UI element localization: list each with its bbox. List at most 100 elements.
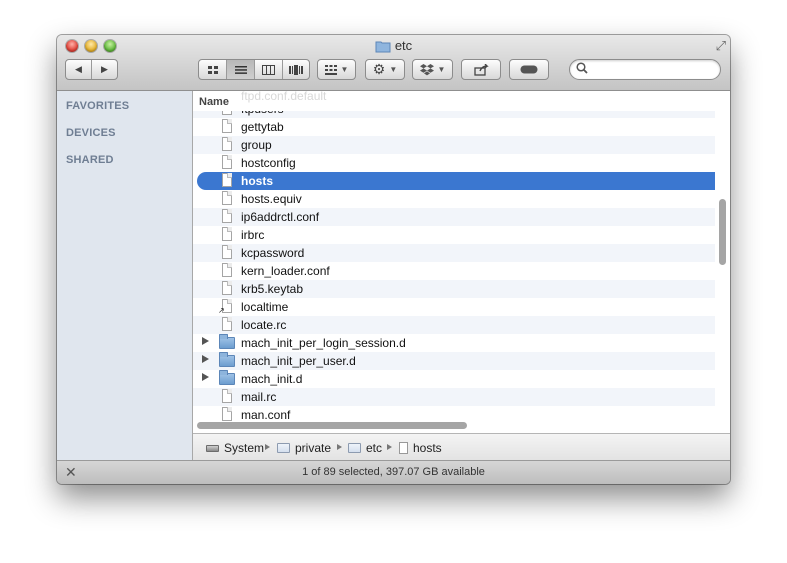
- file-row[interactable]: hosts.equiv: [193, 190, 715, 208]
- coverflow-view-icon: [288, 64, 303, 75]
- disk-icon: [206, 445, 219, 452]
- path-crumb-label: etc: [366, 441, 383, 455]
- file-name: locate.rc: [241, 318, 287, 332]
- folder-icon: [219, 370, 235, 385]
- file-name: mach_init.d: [241, 372, 303, 386]
- sidebar: FAVORITES DEVICES SHARED: [57, 91, 193, 460]
- file-row[interactable]: kern_loader.conf: [193, 262, 715, 280]
- file-row[interactable]: ftpusers: [193, 111, 715, 118]
- sidebar-section-devices[interactable]: DEVICES: [66, 127, 116, 139]
- document-icon: [222, 119, 232, 133]
- search-field[interactable]: [569, 59, 721, 80]
- name-column-label: Name: [199, 96, 229, 108]
- arrange-chevron-down-icon: ▼: [340, 65, 349, 74]
- path-crumb-hosts[interactable]: hosts: [399, 441, 442, 455]
- back-forward-control: ◀ ▶: [65, 59, 118, 80]
- document-icon: [222, 389, 232, 403]
- share-icon: [473, 63, 489, 76]
- file-list-area: ftpd.conf.default Name ftpusers gettytab g…: [193, 91, 730, 433]
- folder-icon: [219, 334, 235, 349]
- column-view-icon: [262, 64, 276, 75]
- path-separator-icon: [387, 444, 392, 450]
- share-button[interactable]: [461, 59, 501, 80]
- file-name: gettytab: [241, 120, 284, 134]
- document-icon: [399, 442, 408, 454]
- icon-view-button[interactable]: [199, 60, 228, 79]
- path-crumb-system[interactable]: System: [206, 441, 264, 455]
- window-title-text: etc: [394, 38, 413, 53]
- path-crumb-etc[interactable]: etc: [348, 441, 382, 455]
- view-switcher: [198, 59, 310, 80]
- column-view-button[interactable]: [255, 60, 283, 79]
- file-name: man.conf: [241, 408, 291, 421]
- file-name: kcpassword: [241, 246, 305, 260]
- document-icon: [222, 407, 232, 421]
- folder-icon: [375, 41, 391, 53]
- file-name: ftpusers: [241, 111, 284, 116]
- file-name: localtime: [241, 300, 289, 314]
- path-crumb-private[interactable]: private: [277, 441, 331, 455]
- file-row[interactable]: hosts: [197, 172, 715, 190]
- toggle-toolbar-button[interactable]: [509, 59, 549, 80]
- folder-row[interactable]: mach_init_per_user.d: [193, 352, 715, 370]
- arrange-grid-icon: [324, 64, 337, 75]
- dropbox-button[interactable]: ▼: [412, 59, 453, 80]
- disclosure-triangle-icon[interactable]: [202, 337, 209, 345]
- back-button[interactable]: ◀: [66, 60, 92, 79]
- title-bar: etc ⤢ ◀ ▶ ▼ ⚙ ▼ ▼: [57, 35, 730, 91]
- dropbox-chevron-down-icon: ▼: [437, 65, 446, 74]
- file-row[interactable]: krb5.keytab: [193, 280, 715, 298]
- coverflow-view-button[interactable]: [283, 60, 309, 79]
- name-column-header[interactable]: ftpd.conf.default Name: [193, 91, 730, 111]
- folder-row[interactable]: mach_init.d: [193, 370, 715, 388]
- arrange-button[interactable]: ▼: [317, 59, 356, 80]
- document-icon: [222, 191, 232, 205]
- document-icon: [222, 281, 232, 295]
- folder-icon: [219, 352, 235, 367]
- file-row[interactable]: mail.rc: [193, 388, 715, 406]
- finder-window: etc ⤢ ◀ ▶ ▼ ⚙ ▼ ▼ FAVORITES DEVICES SHAR…: [57, 35, 730, 484]
- document-icon: [222, 209, 232, 223]
- path-crumb-label: hosts: [413, 441, 442, 455]
- file-row[interactable]: ip6addrctl.conf: [193, 208, 715, 226]
- file-row[interactable]: hostconfig: [193, 154, 715, 172]
- file-name: hosts.equiv: [241, 192, 302, 206]
- document-icon: [222, 155, 232, 169]
- alias-arrow-icon: ↗: [218, 306, 225, 315]
- sidebar-section-favorites[interactable]: FAVORITES: [66, 100, 129, 112]
- path-crumb-label: System: [224, 441, 265, 455]
- file-row[interactable]: man.conf: [193, 406, 715, 421]
- horizontal-scrollbar[interactable]: [197, 422, 467, 429]
- icon-view-icon: [207, 65, 218, 74]
- window-title: etc: [57, 38, 730, 53]
- folder-icon: [277, 443, 290, 453]
- fullscreen-icon[interactable]: ⤢: [716, 38, 726, 54]
- file-row[interactable]: ↗ localtime: [193, 298, 715, 316]
- action-button[interactable]: ⚙ ▼: [365, 59, 405, 80]
- disclosure-triangle-icon[interactable]: [202, 373, 209, 381]
- file-name: hostconfig: [241, 156, 296, 170]
- list-view-icon: [234, 65, 247, 74]
- document-icon: [222, 227, 232, 241]
- document-icon: [222, 173, 232, 187]
- file-name: irbrc: [241, 228, 265, 242]
- vertical-scrollbar[interactable]: [719, 199, 726, 265]
- file-row[interactable]: locate.rc: [193, 316, 715, 334]
- list-view-button[interactable]: [227, 60, 256, 79]
- disclosure-triangle-icon[interactable]: [202, 355, 209, 363]
- sidebar-section-shared[interactable]: SHARED: [66, 154, 114, 166]
- file-name: krb5.keytab: [241, 282, 304, 296]
- drag-ghost-text: ftpd.conf.default: [241, 91, 327, 103]
- file-name: ip6addrctl.conf: [241, 210, 320, 224]
- file-row[interactable]: group: [193, 136, 715, 154]
- file-name: group: [241, 138, 272, 152]
- forward-button[interactable]: ▶: [92, 60, 117, 79]
- file-name: kern_loader.conf: [241, 264, 330, 278]
- status-text: 1 of 89 selected, 397.07 GB available: [302, 466, 485, 478]
- file-row[interactable]: kcpassword: [193, 244, 715, 262]
- file-row[interactable]: gettytab: [193, 118, 715, 136]
- file-name: mail.rc: [241, 390, 277, 404]
- path-crumb-label: private: [295, 441, 332, 455]
- folder-row[interactable]: mach_init_per_login_session.d: [193, 334, 715, 352]
- file-row[interactable]: irbrc: [193, 226, 715, 244]
